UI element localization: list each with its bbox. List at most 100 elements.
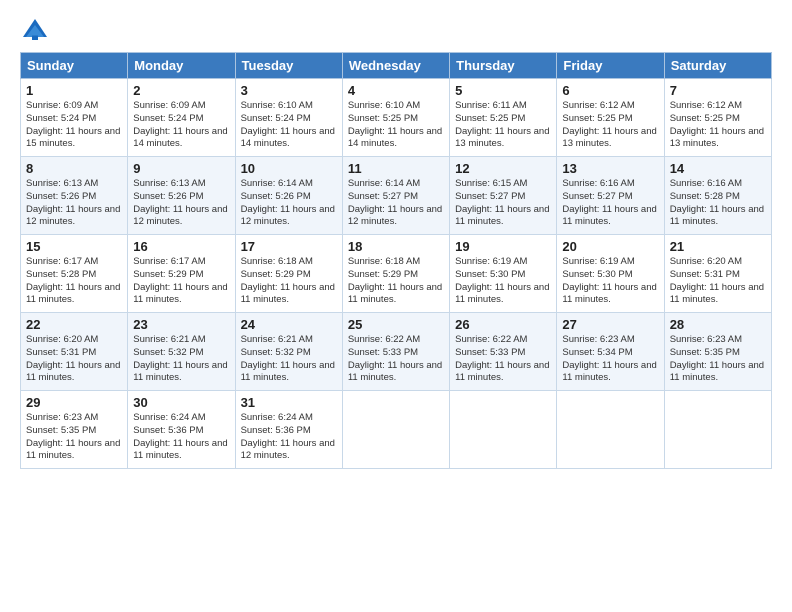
calendar-cell: 16 Sunrise: 6:17 AM Sunset: 5:29 PM Dayl… xyxy=(128,235,235,313)
day-info: Sunrise: 6:12 AM Sunset: 5:25 PM Dayligh… xyxy=(562,100,658,151)
day-info: Sunrise: 6:09 AM Sunset: 5:24 PM Dayligh… xyxy=(26,100,122,151)
day-number: 3 xyxy=(241,83,337,98)
day-info: Sunrise: 6:21 AM Sunset: 5:32 PM Dayligh… xyxy=(133,334,229,385)
logo xyxy=(20,16,54,46)
day-number: 12 xyxy=(455,161,551,176)
day-number: 23 xyxy=(133,317,229,332)
calendar-cell: 3 Sunrise: 6:10 AM Sunset: 5:24 PM Dayli… xyxy=(235,79,342,157)
calendar-cell: 30 Sunrise: 6:24 AM Sunset: 5:36 PM Dayl… xyxy=(128,391,235,469)
weekday-header-friday: Friday xyxy=(557,53,664,79)
day-number: 1 xyxy=(26,83,122,98)
day-info: Sunrise: 6:19 AM Sunset: 5:30 PM Dayligh… xyxy=(562,256,658,307)
day-number: 22 xyxy=(26,317,122,332)
calendar-week-2: 8 Sunrise: 6:13 AM Sunset: 5:26 PM Dayli… xyxy=(21,157,772,235)
day-info: Sunrise: 6:22 AM Sunset: 5:33 PM Dayligh… xyxy=(348,334,444,385)
calendar-cell: 28 Sunrise: 6:23 AM Sunset: 5:35 PM Dayl… xyxy=(664,313,771,391)
calendar-cell: 17 Sunrise: 6:18 AM Sunset: 5:29 PM Dayl… xyxy=(235,235,342,313)
calendar-cell xyxy=(557,391,664,469)
calendar-cell: 26 Sunrise: 6:22 AM Sunset: 5:33 PM Dayl… xyxy=(450,313,557,391)
day-info: Sunrise: 6:23 AM Sunset: 5:35 PM Dayligh… xyxy=(670,334,766,385)
day-number: 5 xyxy=(455,83,551,98)
calendar-body: 1 Sunrise: 6:09 AM Sunset: 5:24 PM Dayli… xyxy=(21,79,772,469)
day-number: 15 xyxy=(26,239,122,254)
calendar-cell: 22 Sunrise: 6:20 AM Sunset: 5:31 PM Dayl… xyxy=(21,313,128,391)
calendar-week-5: 29 Sunrise: 6:23 AM Sunset: 5:35 PM Dayl… xyxy=(21,391,772,469)
calendar-cell: 23 Sunrise: 6:21 AM Sunset: 5:32 PM Dayl… xyxy=(128,313,235,391)
day-info: Sunrise: 6:11 AM Sunset: 5:25 PM Dayligh… xyxy=(455,100,551,151)
day-number: 27 xyxy=(562,317,658,332)
calendar-cell: 2 Sunrise: 6:09 AM Sunset: 5:24 PM Dayli… xyxy=(128,79,235,157)
day-number: 20 xyxy=(562,239,658,254)
day-info: Sunrise: 6:17 AM Sunset: 5:29 PM Dayligh… xyxy=(133,256,229,307)
day-info: Sunrise: 6:10 AM Sunset: 5:24 PM Dayligh… xyxy=(241,100,337,151)
day-number: 21 xyxy=(670,239,766,254)
day-number: 31 xyxy=(241,395,337,410)
day-number: 25 xyxy=(348,317,444,332)
weekday-header-sunday: Sunday xyxy=(21,53,128,79)
day-number: 16 xyxy=(133,239,229,254)
day-info: Sunrise: 6:15 AM Sunset: 5:27 PM Dayligh… xyxy=(455,178,551,229)
calendar-cell: 13 Sunrise: 6:16 AM Sunset: 5:27 PM Dayl… xyxy=(557,157,664,235)
calendar-week-4: 22 Sunrise: 6:20 AM Sunset: 5:31 PM Dayl… xyxy=(21,313,772,391)
day-info: Sunrise: 6:14 AM Sunset: 5:26 PM Dayligh… xyxy=(241,178,337,229)
day-info: Sunrise: 6:22 AM Sunset: 5:33 PM Dayligh… xyxy=(455,334,551,385)
day-number: 10 xyxy=(241,161,337,176)
calendar-cell: 31 Sunrise: 6:24 AM Sunset: 5:36 PM Dayl… xyxy=(235,391,342,469)
weekday-header-thursday: Thursday xyxy=(450,53,557,79)
day-info: Sunrise: 6:13 AM Sunset: 5:26 PM Dayligh… xyxy=(133,178,229,229)
day-number: 7 xyxy=(670,83,766,98)
day-info: Sunrise: 6:23 AM Sunset: 5:35 PM Dayligh… xyxy=(26,412,122,463)
weekday-header-wednesday: Wednesday xyxy=(342,53,449,79)
day-info: Sunrise: 6:16 AM Sunset: 5:28 PM Dayligh… xyxy=(670,178,766,229)
day-info: Sunrise: 6:12 AM Sunset: 5:25 PM Dayligh… xyxy=(670,100,766,151)
day-number: 26 xyxy=(455,317,551,332)
calendar-cell xyxy=(450,391,557,469)
calendar-cell: 1 Sunrise: 6:09 AM Sunset: 5:24 PM Dayli… xyxy=(21,79,128,157)
calendar-cell: 6 Sunrise: 6:12 AM Sunset: 5:25 PM Dayli… xyxy=(557,79,664,157)
day-info: Sunrise: 6:10 AM Sunset: 5:25 PM Dayligh… xyxy=(348,100,444,151)
day-info: Sunrise: 6:16 AM Sunset: 5:27 PM Dayligh… xyxy=(562,178,658,229)
day-info: Sunrise: 6:18 AM Sunset: 5:29 PM Dayligh… xyxy=(348,256,444,307)
calendar-cell xyxy=(342,391,449,469)
day-number: 14 xyxy=(670,161,766,176)
calendar-cell: 29 Sunrise: 6:23 AM Sunset: 5:35 PM Dayl… xyxy=(21,391,128,469)
calendar-cell: 10 Sunrise: 6:14 AM Sunset: 5:26 PM Dayl… xyxy=(235,157,342,235)
day-info: Sunrise: 6:14 AM Sunset: 5:27 PM Dayligh… xyxy=(348,178,444,229)
day-info: Sunrise: 6:19 AM Sunset: 5:30 PM Dayligh… xyxy=(455,256,551,307)
day-number: 11 xyxy=(348,161,444,176)
calendar-cell: 21 Sunrise: 6:20 AM Sunset: 5:31 PM Dayl… xyxy=(664,235,771,313)
calendar-cell: 19 Sunrise: 6:19 AM Sunset: 5:30 PM Dayl… xyxy=(450,235,557,313)
weekday-header-row: SundayMondayTuesdayWednesdayThursdayFrid… xyxy=(21,53,772,79)
calendar-cell: 20 Sunrise: 6:19 AM Sunset: 5:30 PM Dayl… xyxy=(557,235,664,313)
day-number: 30 xyxy=(133,395,229,410)
day-number: 24 xyxy=(241,317,337,332)
calendar-cell: 27 Sunrise: 6:23 AM Sunset: 5:34 PM Dayl… xyxy=(557,313,664,391)
day-number: 13 xyxy=(562,161,658,176)
calendar-cell: 14 Sunrise: 6:16 AM Sunset: 5:28 PM Dayl… xyxy=(664,157,771,235)
page: SundayMondayTuesdayWednesdayThursdayFrid… xyxy=(0,0,792,612)
day-number: 19 xyxy=(455,239,551,254)
calendar-cell: 11 Sunrise: 6:14 AM Sunset: 5:27 PM Dayl… xyxy=(342,157,449,235)
calendar-cell: 24 Sunrise: 6:21 AM Sunset: 5:32 PM Dayl… xyxy=(235,313,342,391)
day-number: 28 xyxy=(670,317,766,332)
calendar-cell: 4 Sunrise: 6:10 AM Sunset: 5:25 PM Dayli… xyxy=(342,79,449,157)
weekday-header-tuesday: Tuesday xyxy=(235,53,342,79)
day-number: 29 xyxy=(26,395,122,410)
day-number: 2 xyxy=(133,83,229,98)
day-info: Sunrise: 6:23 AM Sunset: 5:34 PM Dayligh… xyxy=(562,334,658,385)
day-info: Sunrise: 6:18 AM Sunset: 5:29 PM Dayligh… xyxy=(241,256,337,307)
header xyxy=(20,10,772,46)
day-number: 8 xyxy=(26,161,122,176)
day-info: Sunrise: 6:20 AM Sunset: 5:31 PM Dayligh… xyxy=(26,334,122,385)
day-info: Sunrise: 6:21 AM Sunset: 5:32 PM Dayligh… xyxy=(241,334,337,385)
calendar-table: SundayMondayTuesdayWednesdayThursdayFrid… xyxy=(20,52,772,469)
calendar-cell: 12 Sunrise: 6:15 AM Sunset: 5:27 PM Dayl… xyxy=(450,157,557,235)
day-info: Sunrise: 6:20 AM Sunset: 5:31 PM Dayligh… xyxy=(670,256,766,307)
day-info: Sunrise: 6:24 AM Sunset: 5:36 PM Dayligh… xyxy=(133,412,229,463)
weekday-header-monday: Monday xyxy=(128,53,235,79)
calendar-cell: 8 Sunrise: 6:13 AM Sunset: 5:26 PM Dayli… xyxy=(21,157,128,235)
day-number: 4 xyxy=(348,83,444,98)
day-number: 6 xyxy=(562,83,658,98)
calendar-cell: 15 Sunrise: 6:17 AM Sunset: 5:28 PM Dayl… xyxy=(21,235,128,313)
weekday-header-saturday: Saturday xyxy=(664,53,771,79)
